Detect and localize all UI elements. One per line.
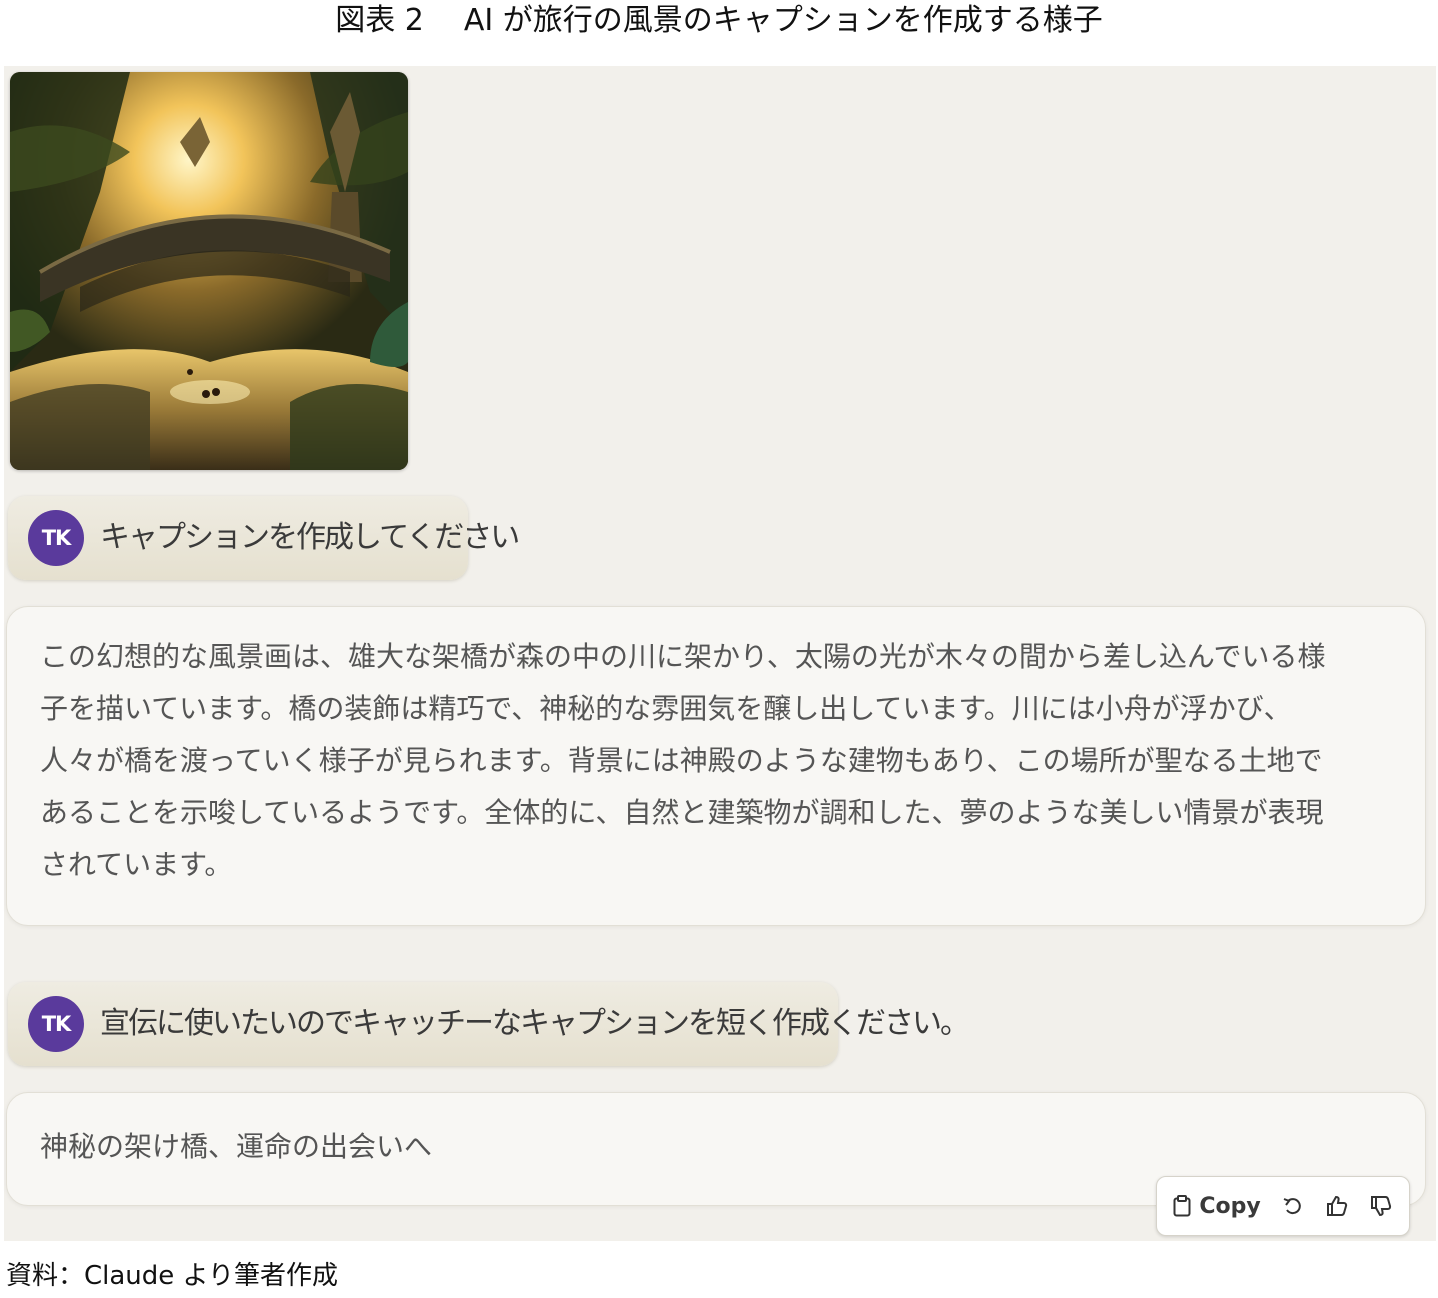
- thumbs-down-button[interactable]: [1361, 1177, 1401, 1235]
- uploaded-image[interactable]: [10, 72, 408, 470]
- fantasy-bridge-painting: [10, 72, 408, 470]
- user-message-text: キャプションを作成してください: [100, 520, 520, 555]
- message-action-bar: Copy: [1156, 1176, 1410, 1236]
- assistant-message-1: この幻想的な風景画は、雄大な架橋が森の中の川に架かり、太陽の光が木々の間から差し…: [6, 606, 1426, 926]
- copy-button[interactable]: Copy: [1169, 1177, 1265, 1235]
- user-avatar[interactable]: TK: [28, 996, 84, 1052]
- assistant-message-text: この幻想的な風景画は、雄大な架橋が森の中の川に架かり、太陽の光が木々の間から差し…: [40, 640, 1326, 881]
- retry-button[interactable]: [1275, 1177, 1311, 1235]
- retry-icon: [1283, 1198, 1301, 1215]
- chat-window: TK キャプションを作成してください この幻想的な風景画は、雄大な架橋が森の中の…: [4, 66, 1436, 1241]
- assistant-message-text: 神秘の架け橋、運命の出会いへ: [40, 1130, 433, 1163]
- figure-title: 図表 2 AI が旅行の風景のキャプションを作成する様子: [0, 0, 1438, 44]
- figure-label: 図表 2: [335, 3, 424, 38]
- source-note: 資料：Claude より筆者作成: [6, 1261, 339, 1291]
- user-message-2: TK 宣伝に使いたいのでキャッチーなキャプションを短く作成ください。: [8, 982, 970, 1066]
- user-message-text: 宣伝に使いたいのでキャッチーなキャプションを短く作成ください。: [100, 1006, 970, 1041]
- user-avatar[interactable]: TK: [28, 510, 84, 566]
- user-message-1: TK キャプションを作成してください: [8, 496, 520, 580]
- copy-label: Copy: [1199, 1193, 1261, 1219]
- thumbs-up-button[interactable]: [1317, 1177, 1357, 1235]
- figure-caption: AI が旅行の風景のキャプションを作成する様子: [463, 3, 1103, 38]
- thumbs-down-icon: [1371, 1196, 1392, 1217]
- thumbs-up-icon: [1327, 1195, 1348, 1216]
- clipboard-icon: [1173, 1195, 1191, 1217]
